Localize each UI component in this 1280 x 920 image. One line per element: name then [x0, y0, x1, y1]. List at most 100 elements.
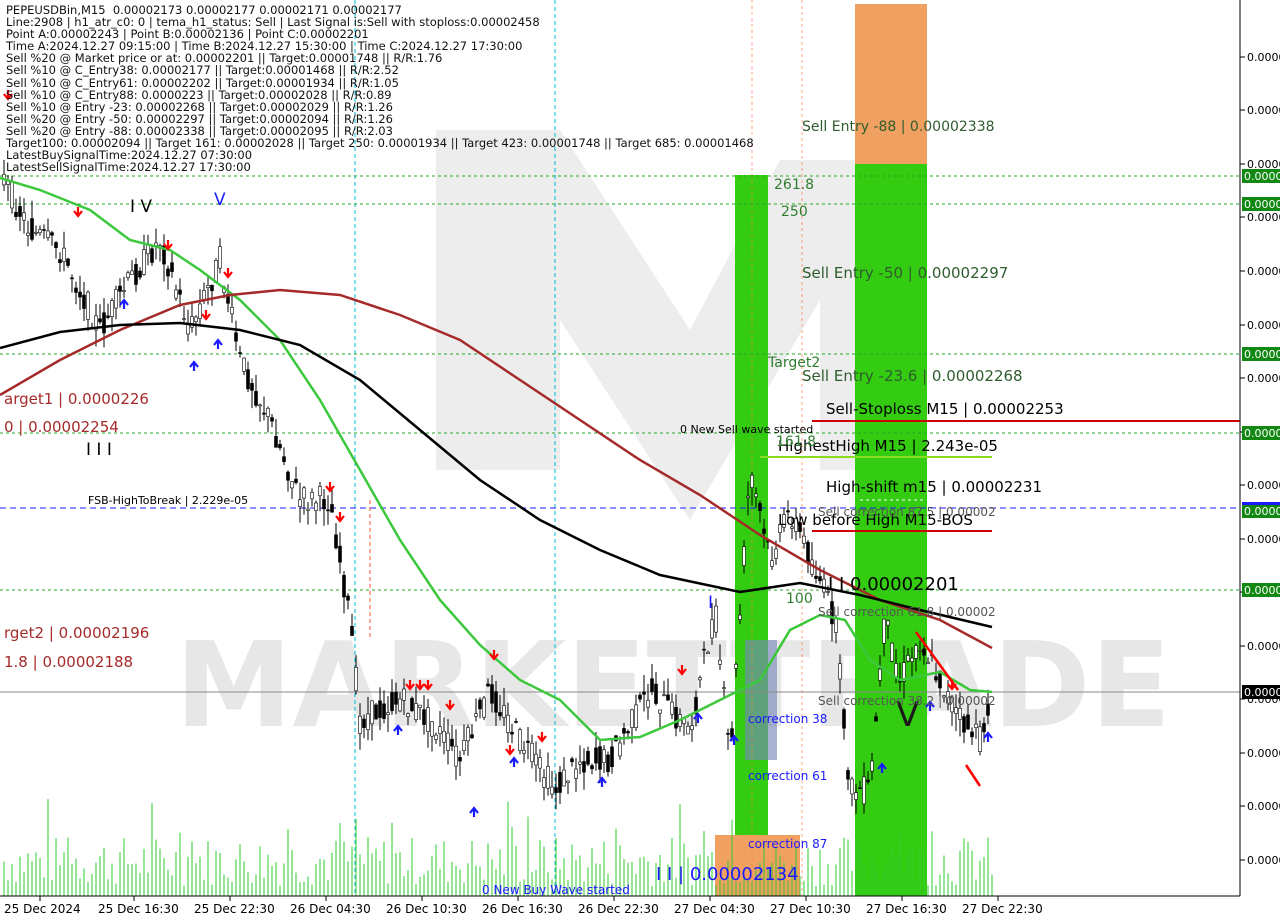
candle-body [674, 706, 678, 729]
candle-body [514, 721, 518, 723]
candle-body [550, 786, 554, 795]
candle-body [774, 548, 778, 559]
candle-body [78, 291, 82, 298]
candle-body [714, 605, 718, 633]
info-line: Sell %10 @ C_Entry88: 0.0000223 || Targe… [6, 87, 392, 102]
candle-body [406, 713, 410, 718]
candle-body [646, 700, 650, 708]
candle-body [282, 456, 286, 463]
candle-body [470, 734, 474, 739]
candle-body [254, 391, 258, 406]
candle-body [686, 725, 690, 735]
candle-body [726, 733, 730, 735]
candle-body [818, 576, 822, 582]
candle-body [886, 620, 890, 626]
x-tick-label: 27 Dec 04:30 [674, 902, 755, 916]
y-axis: 0.00000.00000.00000.00000.00000.00000.00… [1240, 51, 1280, 867]
candle-body [834, 617, 838, 633]
candle-body [954, 707, 958, 714]
candle-body [326, 509, 330, 512]
candle-body [918, 650, 922, 652]
y-tick-label: 0.0000 [1247, 265, 1280, 278]
correction-label: correction 61 [748, 769, 827, 783]
candle-body [370, 700, 374, 725]
correction-label: correction 87 [748, 837, 827, 851]
candle-body [882, 618, 886, 644]
level-tag-label: 0.0000 [1244, 584, 1280, 597]
candle-body [454, 745, 458, 767]
candle-body [106, 315, 110, 318]
candle-body [358, 715, 362, 734]
wave-label: I I | 0.00002134 [656, 864, 799, 885]
candle-body [194, 316, 198, 323]
candle-body [186, 323, 190, 335]
candle-body [258, 404, 262, 407]
candle-body [962, 716, 966, 733]
fib-label: Target2 [767, 355, 820, 371]
candle-body [138, 270, 142, 278]
candle-body [702, 648, 706, 651]
candle-body [82, 294, 86, 309]
fib-band-orange [855, 4, 927, 164]
candle-body [706, 651, 710, 654]
candle-body [690, 725, 694, 731]
candle-body [374, 704, 378, 720]
candle-body [874, 716, 878, 722]
candle-body [878, 668, 882, 681]
candle-body [566, 780, 570, 783]
fib-label: 161.8 [776, 434, 816, 450]
wave-label: I [708, 593, 713, 613]
candle-body [170, 262, 174, 272]
candle-body [982, 723, 986, 733]
candle-body [354, 667, 358, 692]
candle-body [462, 740, 466, 751]
candle-body [698, 677, 702, 681]
candle-body [286, 471, 290, 481]
candle-body [498, 712, 502, 717]
x-tick-label: 26 Dec 16:30 [482, 902, 563, 916]
candle-body [66, 258, 70, 266]
candle-body [334, 534, 338, 549]
candle-body [134, 264, 138, 285]
candle-body [74, 287, 78, 293]
stoploss-label: Sell-Stoploss M15 | 0.00002253 [826, 400, 1064, 418]
y-tick-label: 0.0000 [1247, 854, 1280, 867]
candle-body [894, 663, 898, 678]
high-shift-label: High-shift m15 | 0.00002231 [826, 478, 1042, 496]
candle-body [754, 493, 758, 498]
candle-body [610, 746, 614, 768]
candle-body [802, 535, 806, 544]
candle-body [974, 723, 978, 728]
candle-body [54, 242, 58, 248]
candle-body [746, 495, 750, 498]
x-tick-label: 25 Dec 2024 [4, 902, 81, 916]
level-tag-blue [1242, 502, 1280, 505]
candle-body [342, 574, 346, 598]
candle-body [970, 731, 974, 738]
indicator-info-panel: PEPEUSDBin,M15 0.00002173 0.00002177 0.0… [6, 4, 754, 173]
candle-body [542, 777, 546, 788]
candle-body [70, 277, 74, 280]
candle-body [502, 705, 506, 718]
candle-body [10, 181, 14, 209]
candle-body [122, 290, 126, 292]
candle-body [26, 232, 30, 236]
candle-body [806, 541, 810, 563]
left-level-label: arget1 | 0.0000226 [4, 390, 149, 408]
candle-body [290, 481, 294, 489]
candle-body [278, 444, 282, 449]
candle-body [910, 657, 914, 662]
y-tick-label: 0.0000 [1247, 372, 1280, 385]
wave-label: I V [130, 197, 152, 217]
candle-body [770, 560, 774, 567]
candle-body [926, 662, 930, 664]
candle-body [22, 212, 26, 221]
candle-body [710, 619, 714, 639]
candle-body [866, 779, 870, 783]
candle-body [438, 726, 442, 734]
candle-body [102, 312, 106, 334]
candle-body [650, 678, 654, 692]
candle-body [198, 303, 202, 319]
candle-body [862, 776, 866, 805]
left-level-label: rget2 | 0.00002196 [4, 624, 149, 642]
